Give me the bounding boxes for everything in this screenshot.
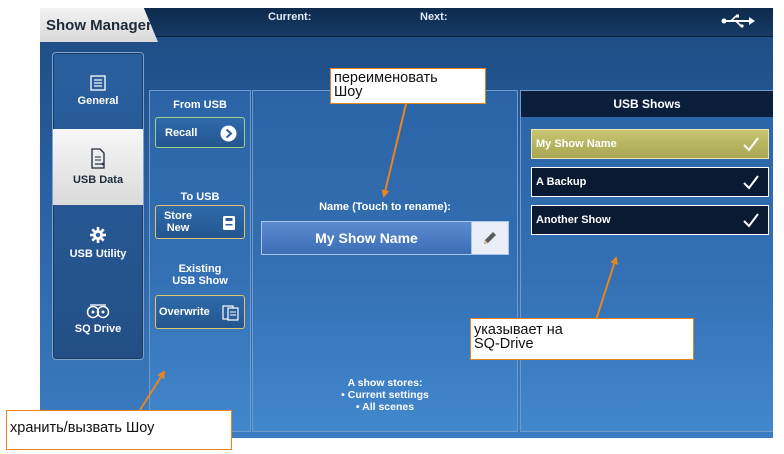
rename-callout: переименовать Шоу [330,68,486,104]
usb-callout: указывает на SQ-Drive [470,318,694,360]
store-recall-arrow [139,370,166,411]
callout-line: SQ-Drive [474,336,534,352]
callout-line: указывает на [474,322,563,338]
usb-shows-arrow [595,256,618,321]
rename-arrow [381,103,407,198]
callout-line: Шоу [334,84,363,100]
callout-line: переименовать [334,70,438,86]
store-recall-callout: хранить/вызвать Шоу [6,410,232,450]
